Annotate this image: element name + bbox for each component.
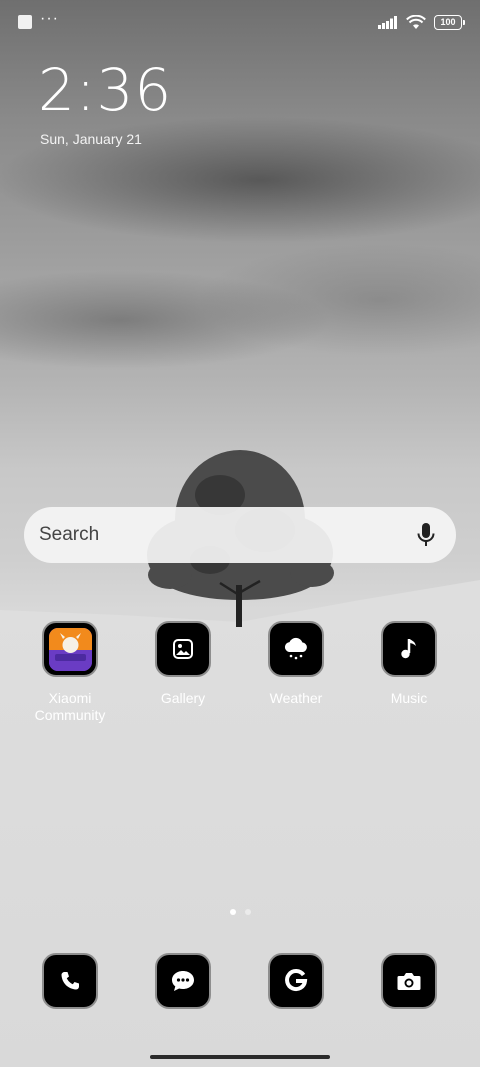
home-indicator[interactable]	[150, 1055, 330, 1059]
status-bar-left: ···	[18, 10, 59, 29]
page-dot-active[interactable]	[229, 909, 236, 915]
microphone-icon[interactable]	[416, 522, 436, 548]
app-label: Weather	[269, 690, 323, 706]
clock-time[interactable]: 2:36	[38, 56, 172, 124]
battery-icon: 100	[434, 14, 465, 30]
page-indicator	[0, 909, 480, 915]
more-notifications-indicator: ···	[40, 10, 59, 27]
app-music[interactable]: Music	[354, 621, 464, 707]
xiaomi-community-icon	[42, 621, 98, 677]
app-label: Music	[390, 690, 428, 706]
wifi-icon	[406, 14, 426, 29]
google-icon	[268, 953, 324, 1009]
signal-icon	[378, 15, 397, 29]
search-bar[interactable]: Search	[24, 507, 456, 563]
app-weather[interactable]: Weather	[241, 621, 351, 707]
app-label: Xiaomi Community	[34, 690, 106, 723]
dock-phone[interactable]	[15, 953, 125, 1009]
gallery-icon	[155, 621, 211, 677]
page-dot[interactable]	[244, 909, 251, 915]
dock-google[interactable]	[241, 953, 351, 1009]
weather-icon	[268, 621, 324, 677]
music-icon	[381, 621, 437, 677]
dock-messages[interactable]	[128, 953, 238, 1009]
phone-icon	[42, 953, 98, 1009]
clock-date[interactable]: Sun, January 21	[40, 131, 142, 147]
app-label: Gallery	[160, 690, 206, 706]
dock-camera[interactable]	[354, 953, 464, 1009]
camera-icon	[381, 953, 437, 1009]
app-gallery[interactable]: Gallery	[128, 621, 238, 707]
notification-icon	[18, 15, 32, 29]
status-bar: ··· 100	[18, 8, 465, 36]
search-placeholder: Search	[39, 524, 100, 545]
messages-icon	[155, 953, 211, 1009]
status-bar-right: 100	[378, 14, 465, 30]
app-xiaomi-community[interactable]: Xiaomi Community	[15, 621, 125, 724]
